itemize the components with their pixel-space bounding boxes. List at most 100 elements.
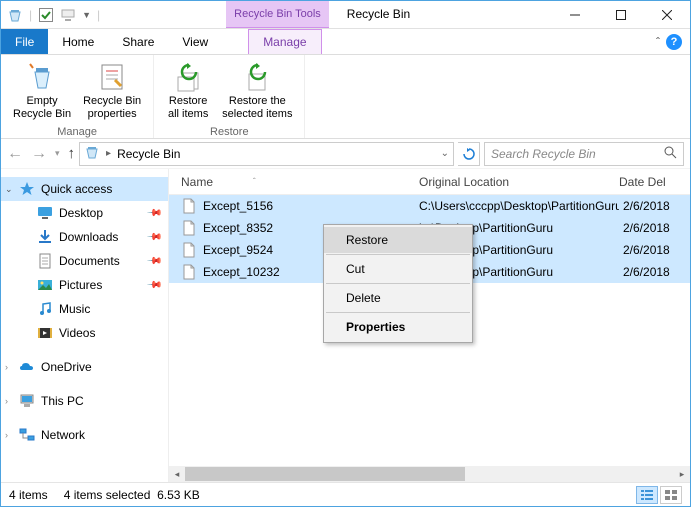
column-header-location[interactable]: Original Location (419, 175, 619, 189)
window-controls (552, 1, 690, 28)
sidebar-item-documents[interactable]: Documents 📌 (1, 249, 168, 273)
context-menu-cut[interactable]: Cut (324, 256, 472, 282)
address-bar[interactable]: ▸ Recycle Bin ⌄ (79, 142, 454, 166)
context-menu-delete[interactable]: Delete (324, 285, 472, 311)
file-location: C:\Users\cccpp\Desktop\PartitionGuru (419, 199, 619, 213)
recycle-bin-icon (7, 7, 23, 23)
sidebar-item-quick-access[interactable]: ⌄ Quick access (1, 177, 168, 201)
sidebar-item-pictures[interactable]: Pictures 📌 (1, 273, 168, 297)
file-date: 2/6/2018 (619, 265, 690, 279)
close-button[interactable] (644, 1, 690, 28)
maximize-button[interactable] (598, 1, 644, 28)
tab-view[interactable]: View (168, 29, 222, 54)
sidebar-item-videos[interactable]: Videos (1, 321, 168, 345)
context-menu-restore[interactable]: Restore (324, 227, 472, 253)
recent-locations-button[interactable]: ▾ (55, 148, 60, 159)
file-name: Except_5156 (203, 199, 273, 213)
empty-recycle-bin-button[interactable]: Empty Recycle Bin (7, 59, 77, 122)
pin-icon: 📌 (145, 229, 162, 246)
file-date: 2/6/2018 (619, 243, 690, 257)
onedrive-icon (19, 359, 35, 375)
sidebar-item-desktop[interactable]: Desktop 📌 (1, 201, 168, 225)
up-button[interactable]: ↑ (68, 145, 76, 162)
pin-icon: 📌 (145, 277, 162, 294)
restore-all-icon (172, 61, 204, 93)
sidebar-item-onedrive[interactable]: › OneDrive (1, 355, 168, 379)
tab-manage[interactable]: Manage (248, 29, 321, 54)
downloads-icon (37, 229, 53, 245)
ribbon-group-label: Manage (1, 126, 153, 140)
file-name: Except_10232 (203, 265, 280, 279)
menu-separator (326, 254, 470, 255)
sidebar-label: Videos (59, 326, 95, 340)
recycle-bin-properties-button[interactable]: Recycle Bin properties (77, 59, 147, 122)
context-menu-properties[interactable]: Properties (324, 314, 472, 340)
status-bar: 4 items 4 items selected 6.53 KB (1, 482, 690, 506)
tab-share[interactable]: Share (108, 29, 168, 54)
videos-icon (37, 325, 53, 341)
tab-home[interactable]: Home (48, 29, 108, 54)
sidebar-label: Quick access (41, 182, 112, 196)
column-header-date[interactable]: Date Del (619, 175, 690, 189)
titlebar: | ▼ | Recycle Bin Tools Recycle Bin (1, 1, 690, 29)
tab-file[interactable]: File (1, 29, 48, 54)
divider: | (29, 8, 32, 22)
divider: | (97, 8, 100, 22)
thumbnails-view-button[interactable] (660, 486, 682, 504)
sidebar-item-network[interactable]: › Network (1, 423, 168, 447)
sidebar-label: Network (41, 428, 85, 442)
chevron-down-icon[interactable]: ▼ (82, 10, 91, 20)
address-dropdown-icon[interactable]: ⌄ (441, 148, 449, 159)
expand-icon[interactable]: › (5, 396, 8, 406)
collapse-ribbon-icon[interactable]: ˆ (656, 35, 660, 49)
sidebar-item-this-pc[interactable]: › This PC (1, 389, 168, 413)
dropdown-icon[interactable] (60, 7, 76, 23)
file-icon (181, 220, 197, 236)
sidebar-label: Desktop (59, 206, 103, 220)
window-title: Recycle Bin (329, 1, 428, 28)
refresh-button[interactable] (458, 142, 480, 166)
context-menu: Restore Cut Delete Properties (323, 224, 473, 343)
file-icon (181, 242, 197, 258)
ribbon-group-manage: Empty Recycle Bin Recycle Bin properties… (1, 55, 154, 138)
scroll-left-button[interactable]: ◂ (169, 466, 185, 482)
restore-selected-button[interactable]: Restore the selected items (216, 59, 298, 122)
documents-icon (37, 253, 53, 269)
search-input[interactable]: Search Recycle Bin (484, 142, 684, 166)
details-view-button[interactable] (636, 486, 658, 504)
expand-icon[interactable]: › (5, 430, 8, 440)
scrollbar-thumb[interactable] (185, 467, 465, 481)
horizontal-scrollbar[interactable]: ◂ ▸ (169, 466, 690, 482)
desktop-icon (37, 205, 53, 221)
back-button[interactable]: ← (7, 145, 23, 163)
minimize-button[interactable] (552, 1, 598, 28)
column-header-name[interactable]: Name ˆ (169, 175, 419, 189)
file-icon (181, 198, 197, 214)
search-icon (663, 145, 677, 162)
navigation-bar: ← → ▾ ↑ ▸ Recycle Bin ⌄ Search Recycle B… (1, 139, 690, 169)
scrollbar-track[interactable] (185, 466, 674, 482)
breadcrumb-chevron-icon[interactable]: ▸ (106, 148, 111, 159)
status-item-count: 4 items (9, 488, 48, 502)
table-row[interactable]: Except_5156 C:\Users\cccpp\Desktop\Partit… (169, 195, 690, 217)
music-icon (37, 301, 53, 317)
checkbox-icon[interactable] (38, 7, 54, 23)
ribbon-label: Empty Recycle Bin (13, 95, 71, 120)
expand-icon[interactable]: ⌄ (5, 184, 13, 195)
help-icon[interactable]: ? (666, 34, 682, 50)
ribbon-tabs: File Home Share View Manage ˆ ? (1, 29, 690, 55)
contextual-tab-label: Recycle Bin Tools (226, 1, 329, 28)
scroll-right-button[interactable]: ▸ (674, 466, 690, 482)
restore-all-button[interactable]: Restore all items (160, 59, 216, 122)
sidebar-item-downloads[interactable]: Downloads 📌 (1, 225, 168, 249)
this-pc-icon (19, 393, 35, 409)
breadcrumb-item[interactable]: Recycle Bin (117, 147, 180, 161)
quick-access-toolbar: | ▼ | (1, 1, 106, 28)
restore-selected-icon (241, 61, 273, 93)
sidebar-label: OneDrive (41, 360, 92, 374)
expand-icon[interactable]: › (5, 362, 8, 372)
sort-asc-icon: ˆ (253, 177, 256, 186)
sidebar-item-music[interactable]: Music (1, 297, 168, 321)
empty-bin-icon (26, 61, 58, 93)
sidebar-label: This PC (41, 394, 84, 408)
